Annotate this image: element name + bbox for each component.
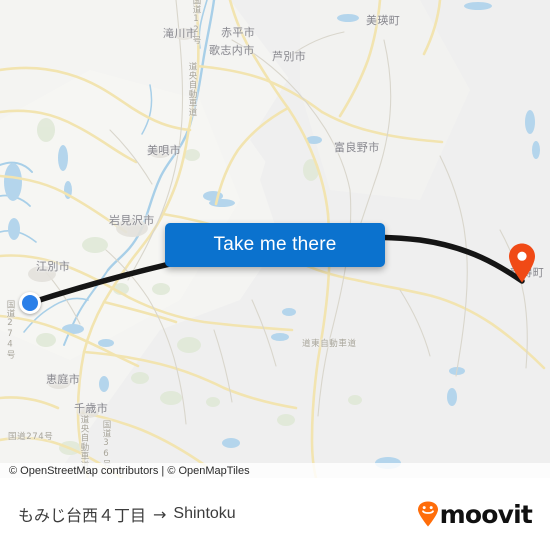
moovit-pin-icon: [417, 501, 438, 527]
route-summary: もみじ台西４丁目 → Shintoku: [18, 502, 236, 526]
map-viewport[interactable]: 滝川市 赤平市 歌志内市 芦別市 美瑛町 美唄市 富良野市 岩見沢市 江別市 恵庭市 千歳市 道央自動…: [0, 0, 550, 478]
footer-bar: もみじ台西４丁目 → Shintoku moovit: [0, 478, 550, 550]
moovit-logo[interactable]: moovit: [417, 499, 533, 529]
destination-marker[interactable]: [508, 243, 536, 283]
map-attribution-bar: © OpenStreetMap contributors | © OpenMap…: [0, 463, 550, 478]
take-me-there-button[interactable]: Take me there: [165, 223, 385, 267]
attribution-text: © OpenStreetMap contributors | © OpenMap…: [9, 464, 250, 477]
moovit-wordmark: moovit: [439, 499, 533, 529]
arrow-right-icon: →: [153, 504, 167, 524]
cta-label: Take me there: [213, 234, 337, 255]
origin-station-name: もみじ台西４丁目: [18, 506, 147, 525]
origin-marker[interactable]: [19, 292, 41, 314]
destination-station-name: Shintoku: [173, 505, 236, 522]
moovit-route-card: 滝川市 赤平市 歌志内市 芦別市 美瑛町 美唄市 富良野市 岩見沢市 江別市 恵庭市 千歳市 道央自動…: [0, 0, 550, 550]
